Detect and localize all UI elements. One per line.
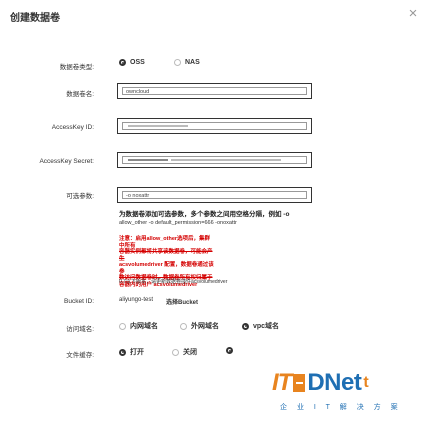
optional-params-label: 可选参数: xyxy=(66,193,94,200)
watermark-part-3: t xyxy=(363,374,369,391)
radio-oss-label: OSS xyxy=(130,59,145,66)
redaction-bar xyxy=(128,159,168,161)
file-cache-label: 文件缓存: xyxy=(66,352,94,359)
warning-line: 容器实例都将共享该数据卷，可能会产生 xyxy=(119,249,213,262)
watermark-subtitle: 企 业 I T 解 决 方 案 xyxy=(280,404,402,411)
optional-params-help-line-2: allow_other -o default_permission=666 -o… xyxy=(119,220,237,226)
warning-line: acsvolumedriver 配置，数据卷通过该参 xyxy=(119,262,214,275)
watermark-divider xyxy=(293,374,306,392)
watermark-part-2: DNet xyxy=(307,369,362,396)
volume-name-field[interactable]: owncloud xyxy=(117,83,312,99)
redaction-bar xyxy=(171,159,281,161)
info-icon xyxy=(226,347,233,354)
redaction-bar xyxy=(128,125,188,127)
radio-unselected-icon xyxy=(172,348,179,356)
radio-vpc-domain[interactable]: vpc域名 xyxy=(242,321,279,331)
dialog-titlebar: 创建数据卷 × xyxy=(0,0,434,32)
radio-internal-domain[interactable]: 内网域名 xyxy=(119,321,158,331)
bucket-id-label: Bucket ID: xyxy=(64,298,94,305)
radio-nas[interactable]: NAS xyxy=(174,59,200,66)
accesskey-secret-field[interactable] xyxy=(117,152,312,168)
optional-params-field[interactable]: -o noxattr xyxy=(117,187,312,203)
radio-selected-icon xyxy=(119,59,126,66)
help-icon[interactable] xyxy=(226,347,233,354)
volume-type-label: 数据卷类型: xyxy=(59,64,94,71)
optional-params-footnote: 0.7以下版本，请更新数据卷插件acsvolumedriver xyxy=(119,279,228,285)
optional-params-help-line-1: 为数据卷添加可选参数，多个参数之间用空格分隔，例如 -o xyxy=(119,211,290,218)
optional-params-input[interactable]: -o noxattr xyxy=(122,191,307,199)
radio-unselected-icon xyxy=(174,59,181,66)
close-icon[interactable]: × xyxy=(404,5,422,23)
radio-selected-icon xyxy=(242,322,249,330)
radio-cache-off[interactable]: 关闭 xyxy=(172,347,197,357)
watermark-logo: IT DNet t xyxy=(272,368,422,398)
accesskey-id-label: AccessKey ID: xyxy=(51,124,94,131)
warning-line: 注意：启用allow_other选项后，集群中所有 xyxy=(119,236,211,249)
radio-selected-icon xyxy=(119,348,126,356)
radio-public-domain[interactable]: 外网域名 xyxy=(180,321,219,331)
accesskey-secret-label: AccessKey Secret: xyxy=(39,158,94,165)
radio-cache-on-label: 打开 xyxy=(130,349,144,356)
accesskey-id-input[interactable] xyxy=(122,122,307,130)
radio-internal-domain-label: 内网域名 xyxy=(130,323,158,330)
radio-cache-off-label: 关闭 xyxy=(183,349,197,356)
volume-name-label: 数据卷名: xyxy=(66,91,94,98)
watermark-part-1: IT xyxy=(272,369,292,396)
volume-name-input[interactable]: owncloud xyxy=(122,87,307,95)
bucket-id-value: aliyungo-test xyxy=(119,297,154,303)
dialog-title: 创建数据卷 xyxy=(10,13,60,24)
radio-unselected-icon xyxy=(119,322,126,330)
radio-unselected-icon xyxy=(180,322,187,330)
radio-nas-label: NAS xyxy=(185,59,200,66)
select-bucket-link[interactable]: 选择Bucket xyxy=(166,297,198,306)
radio-cache-on[interactable]: 打开 xyxy=(119,347,144,357)
accesskey-id-field[interactable] xyxy=(117,118,312,134)
access-domain-label: 访问域名: xyxy=(66,326,94,333)
radio-oss[interactable]: OSS xyxy=(119,59,145,66)
radio-public-domain-label: 外网域名 xyxy=(191,323,219,330)
radio-vpc-domain-label: vpc域名 xyxy=(253,323,280,330)
accesskey-secret-input[interactable] xyxy=(122,156,307,164)
